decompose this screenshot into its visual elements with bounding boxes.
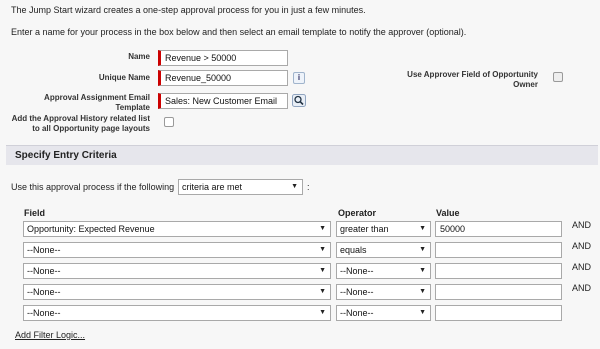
value-input[interactable] [435,284,562,300]
dropdown-arrow-icon: ▼ [319,288,326,295]
value-input[interactable]: 50000 [435,221,562,237]
criteria-select[interactable]: criteria are met ▼ [178,179,303,195]
magnifier-icon[interactable] [292,94,306,107]
email-template-input[interactable]: Sales: New Customer Email [158,93,288,109]
dropdown-arrow-icon: ▼ [419,288,426,295]
dropdown-arrow-icon: ▼ [291,183,298,190]
intro-text-1: The Jump Start wizard creates a one-step… [11,5,366,15]
dropdown-arrow-icon: ▼ [419,246,426,253]
field-select[interactable]: --None-- ▼ [23,284,331,300]
field-select-value: --None-- [27,266,61,276]
value-column-header: Value [436,208,460,218]
value-input[interactable] [435,263,562,279]
info-icon[interactable]: i [293,72,305,84]
operator-select-value: equals [340,245,367,255]
dropdown-arrow-icon: ▼ [319,267,326,274]
unique-name-label: Unique Name [98,73,150,82]
field-select-value: --None-- [27,245,61,255]
field-select[interactable]: --None-- ▼ [23,263,331,279]
dropdown-arrow-icon: ▼ [419,267,426,274]
unique-name-input[interactable]: Revenue_50000 [158,70,288,86]
conjunction-label: AND [572,241,592,251]
dropdown-arrow-icon: ▼ [319,309,326,316]
conjunction-label: AND [572,283,592,293]
operator-select[interactable]: greater than ▼ [336,221,431,237]
field-select-value: Opportunity: Expected Revenue [27,224,155,234]
field-select-value: --None-- [27,308,61,318]
operator-select[interactable]: --None-- ▼ [336,263,431,279]
field-column-header: Field [24,208,46,218]
value-input[interactable] [435,242,562,258]
criteria-suffix: : [307,182,310,192]
field-select[interactable]: --None-- ▼ [23,242,331,258]
add-filter-logic-link[interactable]: Add Filter Logic... [15,330,85,340]
field-select[interactable]: --None-- ▼ [23,305,331,321]
operator-select-value: --None-- [340,308,374,318]
dropdown-arrow-icon: ▼ [419,225,426,232]
history-label: Add the Approval History related list to… [11,114,150,133]
field-select-value: --None-- [27,287,61,297]
operator-select[interactable]: --None-- ▼ [336,305,431,321]
operator-select-value: greater than [340,224,389,234]
operator-column-header: Operator [338,208,377,218]
email-template-label: Approval Assignment Email Template [44,93,150,112]
operator-select[interactable]: --None-- ▼ [336,284,431,300]
conjunction-label: AND [572,262,592,272]
operator-select[interactable]: equals ▼ [336,242,431,258]
dropdown-arrow-icon: ▼ [319,225,326,232]
approver-field-checkbox[interactable] [553,72,563,82]
dropdown-arrow-icon: ▼ [319,246,326,253]
operator-select-value: --None-- [340,266,374,276]
section-header: Specify Entry Criteria [6,145,598,165]
intro-text-2: Enter a name for your process in the box… [11,27,467,37]
criteria-select-value: criteria are met [182,182,243,192]
approver-field-label: Use Approver Field of Opportunity Owner [407,70,538,89]
criteria-prefix: Use this approval process if the followi… [11,182,175,192]
field-select[interactable]: Opportunity: Expected Revenue ▼ [23,221,331,237]
name-label: Name [128,52,150,61]
dropdown-arrow-icon: ▼ [419,309,426,316]
conjunction-label: AND [572,220,592,230]
value-input[interactable] [435,305,562,321]
history-checkbox[interactable] [164,117,174,127]
operator-select-value: --None-- [340,287,374,297]
name-input[interactable]: Revenue > 50000 [158,50,288,66]
